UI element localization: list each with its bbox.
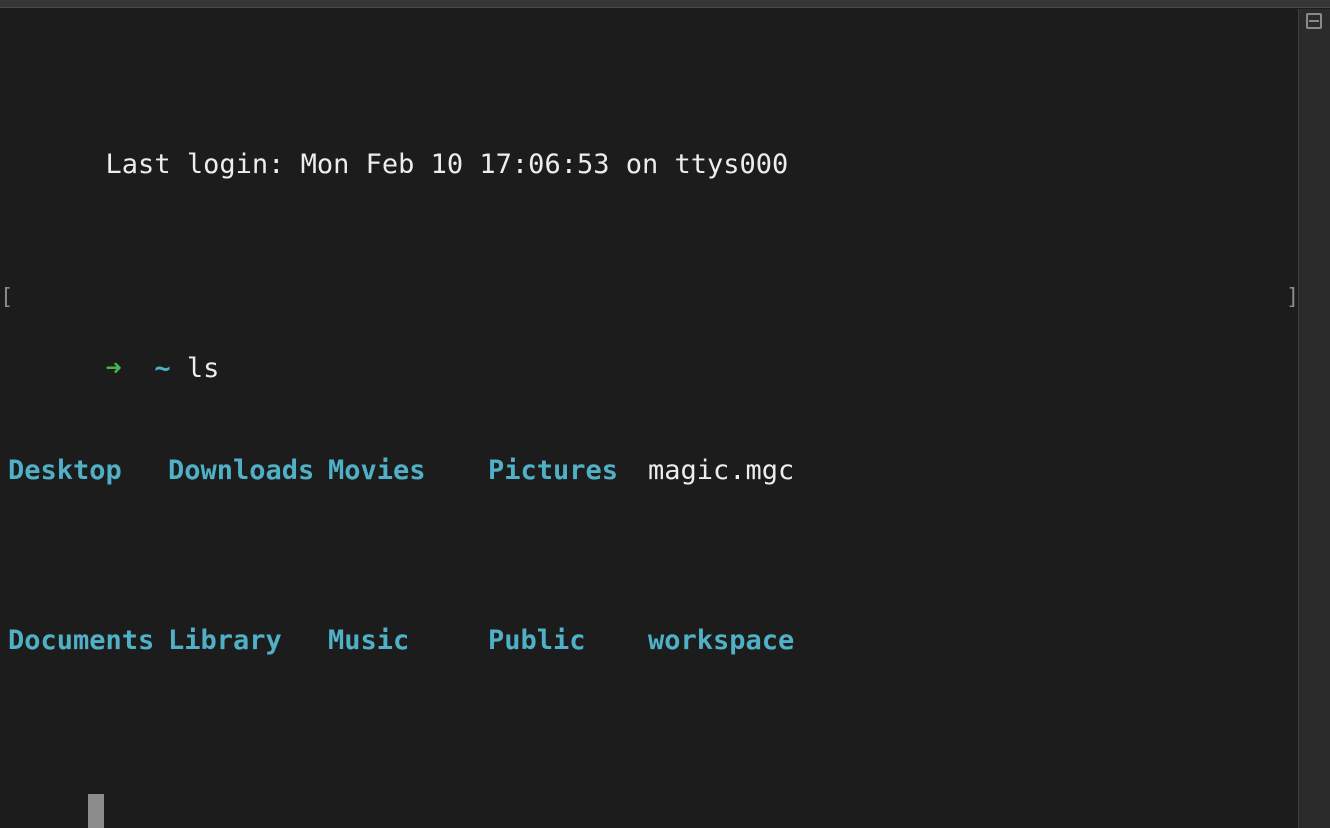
split-pane-icon[interactable] — [1306, 13, 1322, 29]
listing-entry-desktop: Desktop — [8, 455, 122, 486]
command-line: [ ➜ ~ ls ] — [0, 284, 1299, 384]
current-prompt-line[interactable]: ➜ ~ — [0, 794, 1296, 828]
listing-row-2: Documents Library Music Public workspace — [0, 624, 1296, 658]
prompt-arrow: ➜ — [105, 353, 122, 384]
terminal-window: Last login: Mon Feb 10 17:06:53 on ttys0… — [0, 0, 1330, 828]
listing-entry-pictures: Pictures — [488, 455, 619, 486]
prompt-directory: ~ — [154, 353, 171, 384]
listing-entry-library: Library — [168, 625, 282, 656]
listing-entry-magic-mgc: magic.mgc — [648, 455, 795, 486]
listing-entry-downloads: Downloads — [168, 455, 315, 486]
listing-entry-music: Music — [328, 625, 410, 656]
window-top-border — [0, 0, 1330, 8]
listing-entry-documents: Documents — [8, 625, 155, 656]
listing-row-1: Desktop Downloads Movies Pictures magic.… — [0, 454, 1296, 488]
command-text: ls — [186, 353, 220, 384]
terminal-output[interactable]: Last login: Mon Feb 10 17:06:53 on ttys0… — [0, 12, 1299, 828]
scrollbar[interactable] — [1298, 9, 1330, 828]
listing-entry-public: Public — [488, 625, 586, 656]
block-cursor — [88, 794, 104, 828]
last-login-line: Last login: Mon Feb 10 17:06:53 on ttys0… — [0, 114, 1296, 180]
mark-open-bracket: [ — [0, 285, 14, 310]
listing-entry-movies: Movies — [328, 455, 426, 486]
listing-entry-workspace: workspace — [648, 625, 795, 656]
last-login-text: Last login: Mon Feb 10 17:06:53 on ttys0… — [105, 149, 789, 180]
